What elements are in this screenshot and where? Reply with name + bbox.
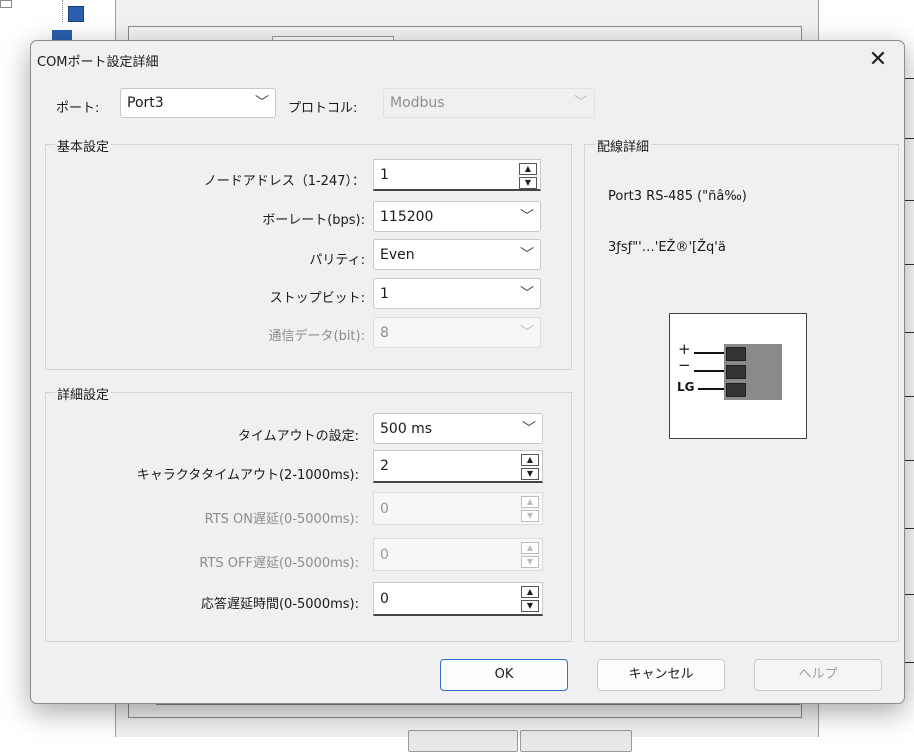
spin-up-icon[interactable]: ▲	[519, 163, 537, 175]
chevron-down-icon: ﹀	[522, 420, 536, 437]
rts-off-delay-value: 0	[380, 546, 389, 563]
stop-bit-select[interactable]: 1 ﹀	[373, 278, 541, 309]
protocol-label: プロトコル:	[288, 101, 358, 116]
close-icon[interactable]: ✕	[863, 46, 893, 74]
tree-toggle-icon[interactable]	[0, 0, 12, 8]
chevron-down-icon: ﹀	[520, 246, 534, 263]
port-label: ポート:	[56, 101, 100, 116]
timeout-value: 500 ms	[380, 420, 433, 437]
title-bar[interactable]: COMポート設定詳細 ✕	[31, 41, 904, 79]
spin-down-icon[interactable]: ▼	[521, 468, 539, 480]
spin-up-icon[interactable]: ▲	[521, 586, 539, 598]
data-bit-label: 通信データ(bit):	[268, 329, 366, 344]
response-delay-value: 0	[380, 590, 389, 607]
terminal-block-diagram: + − LG	[669, 313, 807, 439]
wire-minus	[694, 370, 728, 372]
spin-down-icon[interactable]: ▼	[521, 510, 539, 522]
baud-rate-label: ボーレート(bps):	[262, 213, 365, 228]
chevron-down-icon: ﹀	[520, 208, 534, 225]
timeout-label: タイムアウトの設定:	[237, 429, 359, 444]
tree-node-icon	[68, 6, 84, 22]
stop-bit-label: ストップビット:	[269, 291, 365, 306]
tree-node-icon-2	[52, 30, 72, 40]
ok-button[interactable]: OK	[440, 659, 568, 691]
dialog-title: COMポート設定詳細	[37, 55, 159, 70]
spin-down-icon[interactable]: ▼	[519, 177, 537, 189]
parity-label: パリティ:	[309, 253, 365, 268]
chevron-down-icon: ﹀	[520, 285, 534, 302]
char-timeout-spinner[interactable]: 2 ▲ ▼	[373, 450, 543, 483]
spin-up-icon[interactable]: ▲	[521, 496, 539, 508]
wiring-title: 配線詳細	[595, 136, 652, 155]
node-address-spinner[interactable]: 1 ▲ ▼	[373, 159, 541, 191]
background-bottom-line	[156, 704, 800, 705]
detail-settings-title: 詳細設定	[55, 384, 112, 403]
protocol-value: Modbus	[390, 95, 445, 111]
background-button-2	[520, 730, 632, 752]
protocol-select[interactable]: Modbus ﹀	[383, 88, 595, 118]
help-button[interactable]: ヘルプ	[754, 659, 882, 691]
node-address-value: 1	[380, 166, 389, 183]
wiring-line-1: Port3 RS-485 ("ñâ‰)	[608, 189, 747, 204]
data-bit-select[interactable]: 8 ﹀	[373, 317, 541, 348]
rts-on-delay-value: 0	[380, 500, 389, 517]
rts-off-delay-spinner[interactable]: 0 ▲ ▼	[373, 538, 543, 571]
wiring-line-2: 3ƒsƒ"'…'EŽ®'[Žq'ä	[608, 240, 726, 255]
parity-select[interactable]: Even ﹀	[373, 239, 541, 270]
char-timeout-label: キャラクタタイムアウト(2-1000ms):	[136, 468, 359, 483]
spin-down-icon[interactable]: ▼	[521, 600, 539, 612]
com-port-settings-dialog: COMポート設定詳細 ✕ ポート: Port3 ﹀ プロトコル: Modbus …	[30, 40, 905, 704]
timeout-select[interactable]: 500 ms ﹀	[373, 413, 543, 444]
tree-connector	[62, 0, 63, 22]
cancel-button[interactable]: キャンセル	[597, 659, 725, 691]
wire-plus	[694, 352, 728, 354]
terminal-slot	[726, 347, 746, 361]
terminal-slot	[726, 383, 746, 397]
baud-rate-value: 115200	[380, 208, 434, 225]
terminal-slot	[726, 365, 746, 379]
chevron-down-icon: ﹀	[520, 324, 534, 341]
spin-down-icon[interactable]: ▼	[521, 556, 539, 568]
stop-bit-value: 1	[380, 285, 389, 302]
parity-value: Even	[380, 246, 415, 263]
pin-minus-label: −	[678, 356, 691, 374]
data-bit-value: 8	[380, 324, 389, 341]
port-value: Port3	[127, 95, 164, 111]
response-delay-spinner[interactable]: 0 ▲ ▼	[373, 582, 543, 616]
char-timeout-value: 2	[380, 458, 389, 474]
background-button-1	[408, 730, 518, 752]
rts-on-delay-spinner[interactable]: 0 ▲ ▼	[373, 492, 543, 525]
basic-settings-title: 基本設定	[55, 136, 112, 155]
rts-on-delay-label: RTS ON遅延(0-5000ms):	[204, 512, 359, 527]
chevron-down-icon: ﹀	[255, 95, 269, 111]
response-delay-label: 応答遅延時間(0-5000ms):	[200, 597, 359, 612]
pin-lg-label: LG	[677, 380, 695, 394]
baud-rate-select[interactable]: 115200 ﹀	[373, 201, 541, 232]
rts-off-delay-label: RTS OFF遅延(0-5000ms):	[199, 556, 359, 571]
node-address-label: ノードアドレス（1-247）：	[203, 174, 365, 189]
spin-up-icon[interactable]: ▲	[521, 542, 539, 554]
spin-up-icon[interactable]: ▲	[521, 454, 539, 466]
chevron-down-icon: ﹀	[574, 95, 588, 111]
port-select[interactable]: Port3 ﹀	[120, 88, 276, 118]
